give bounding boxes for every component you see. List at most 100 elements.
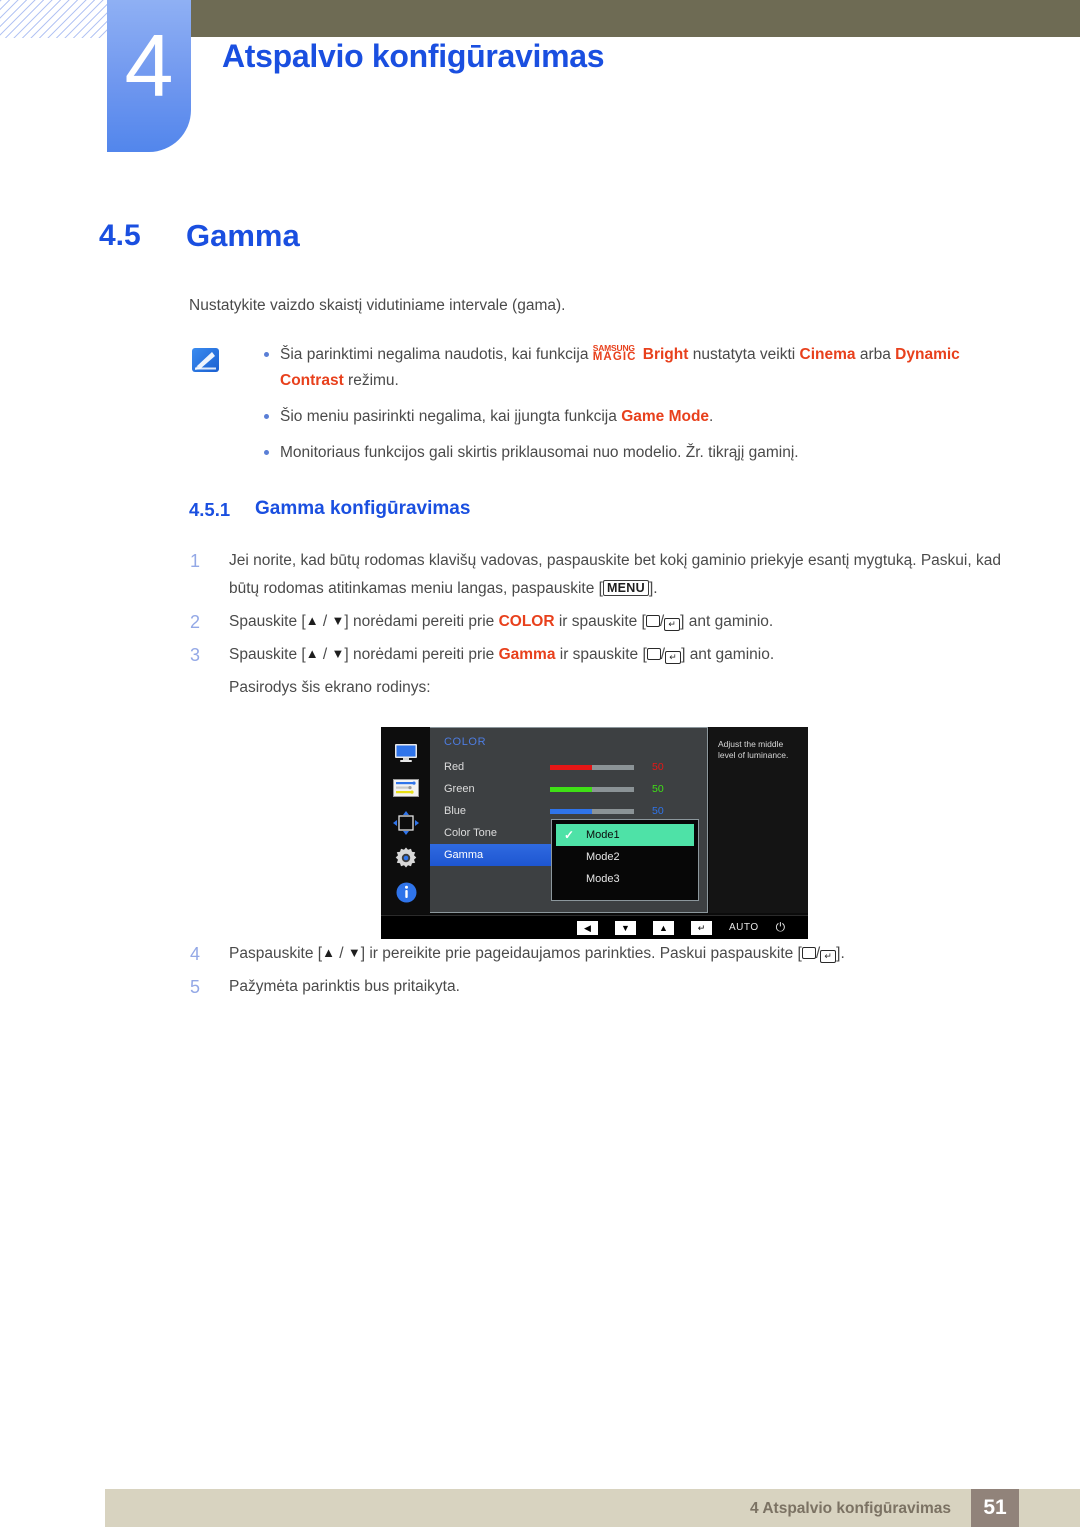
osd-menu-item-label: Blue [444, 805, 467, 817]
body-text: Šio meniu pasirinkti negalima, kai įjung… [280, 408, 622, 425]
osd-help-text: Adjust the middle level of luminance. [718, 739, 789, 760]
footer-page-number: 51 [971, 1489, 1019, 1527]
samsung-magic-logo: SAMSUNG MAGIC [592, 344, 643, 363]
procedure-step: 3 Spauskite [▲ / ▼] norėdami pereiti prie… [190, 641, 1020, 669]
osd-slider-value: 50 [652, 783, 664, 795]
down-arrow-icon: ▼ [331, 613, 345, 628]
osd-slider-track[interactable] [550, 764, 634, 770]
highlighted-term: COLOR [498, 613, 555, 630]
osd-button-row: ◀ ▼ ▲ ↵ AUTO ⏻ [577, 920, 785, 935]
osd-dropdown-option-label: Mode1 [586, 829, 620, 841]
note-pencil-icon [192, 348, 219, 372]
body-text: režimu. [343, 372, 399, 389]
section-number: 4.5 [99, 219, 141, 252]
highlighted-term: Game Mode [621, 408, 710, 425]
bullet-dot-icon [264, 450, 269, 455]
osd-dropdown-option-label: Mode2 [586, 851, 620, 863]
section-title: Gamma [186, 218, 300, 253]
osd-menu-title: COLOR [444, 736, 487, 748]
down-arrow-icon: ▼ [347, 945, 361, 960]
osd-slider-fill [550, 808, 592, 814]
procedure-step: 4 Paspauskite [▲ / ▼] ir pereikite prie p… [190, 940, 1020, 968]
note-bullet-item: Šia parinktimi negalima naudotis, kai fu… [243, 342, 1013, 394]
gear-icon[interactable] [391, 844, 421, 871]
left-arrow-icon[interactable]: ◀ [577, 920, 598, 935]
osd-slider-track[interactable] [550, 786, 634, 792]
picture-sliders-icon[interactable] [391, 775, 421, 802]
body-text: Monitoriaus funkcijos gali skirtis prikl… [280, 444, 799, 461]
body-text: Pažymėta parinktis bus pritaikyta. [229, 978, 460, 995]
subsection-title: Gamma konfigūravimas [255, 498, 471, 519]
monitor-icon[interactable] [391, 740, 421, 767]
body-text: Paspauskite [ [229, 945, 323, 962]
body-text: arba [855, 346, 896, 363]
step-trailing-note: Pasirodys šis ekrano rodinys: [229, 679, 431, 696]
osd-menu-item-label: Red [444, 761, 465, 773]
osd-menu-item-label: Color Tone [444, 827, 497, 839]
check-icon: ✓ [564, 828, 575, 842]
body-text: / [318, 646, 332, 663]
footer-chapter-label: 4 Atspalvio konfigūravimas [750, 1500, 951, 1517]
enter-button-icon: ↵ [664, 618, 681, 631]
osd-screenshot: COLOR Red 50 Green 50 Blue 50 Color Tone Gamma … [381, 727, 808, 939]
body-text: / [334, 945, 348, 962]
procedure-step: 1 Jei norite, kad būtų rodomas klavišų va… [190, 547, 1020, 603]
square-button-icon [645, 615, 660, 627]
body-text: / [318, 613, 332, 630]
body-text: Šia parinktimi negalima naudotis, kai fu… [280, 346, 593, 363]
procedure-steps-2: 4 Paspauskite [▲ / ▼] ir pereikite prie p… [190, 940, 1020, 1006]
subsection-number: 4.5.1 [189, 499, 231, 520]
highlighted-term: Cinema [799, 346, 856, 363]
power-icon[interactable]: ⏻ [776, 920, 786, 935]
note-bullet-item: Šio meniu pasirinkti negalima, kai įjung… [243, 404, 1013, 430]
up-arrow-icon: ▲ [305, 646, 319, 661]
up-arrow-icon: ▲ [305, 613, 319, 628]
note-bullet-item: Monitoriaus funkcijos gali skirtis prikl… [243, 440, 1013, 466]
osd-slider-track[interactable] [550, 808, 634, 814]
enter-button-icon: ↵ [820, 950, 837, 963]
highlighted-term: Gamma [498, 646, 556, 663]
enter-icon[interactable]: ↵ [691, 920, 712, 935]
body-text: Spauskite [ [229, 613, 306, 630]
osd-slider-fill [550, 764, 592, 770]
down-arrow-icon[interactable]: ▼ [615, 920, 636, 935]
osd-body: COLOR Red 50 Green 50 Blue 50 Color Tone Gamma … [381, 727, 808, 915]
info-icon[interactable] [391, 879, 421, 906]
menu-keycap: MENU [602, 580, 649, 596]
osd-menu-item[interactable]: Green 50 [430, 778, 707, 800]
body-text: ] norėdami pereiti prie [344, 613, 499, 630]
osd-button-bar: ◀ ▼ ▲ ↵ AUTO ⏻ [381, 915, 808, 939]
body-text: ] ir pereikite prie pageidaujamos parink… [360, 945, 802, 962]
magic-logo-bottom: MAGIC [592, 351, 637, 363]
step-number: 4 [190, 944, 201, 964]
osd-dropdown-option[interactable]: Mode3 [556, 868, 694, 890]
body-text: ir spauskite [ [554, 613, 646, 630]
osd-slider-fill [550, 786, 592, 792]
osd-help-panel: Adjust the middle level of luminance. [709, 727, 808, 913]
step-number: 1 [190, 551, 201, 571]
bullet-dot-icon [264, 352, 269, 357]
chapter-title: Atspalvio konfigūravimas [222, 38, 605, 74]
body-text: ]. [648, 580, 658, 597]
note-bullet-list: Šia parinktimi negalima naudotis, kai fu… [243, 342, 1013, 476]
intro-paragraph: Nustatykite vaizdo skaistį vidutiniame i… [189, 297, 566, 314]
osd-dropdown-option[interactable]: ✓ Mode1 [556, 824, 694, 846]
up-arrow-icon[interactable]: ▲ [653, 920, 674, 935]
procedure-step: 5 Pažymėta parinktis bus pritaikyta. [190, 973, 1020, 1001]
square-button-icon [801, 947, 816, 959]
body-text: ir spauskite [ [555, 646, 647, 663]
up-arrow-icon: ▲ [322, 945, 335, 960]
osd-gamma-dropdown[interactable]: ✓ Mode1 Mode2 Mode3 [551, 819, 699, 901]
body-text: nustatyta veikti [688, 346, 800, 363]
osd-menu-item[interactable]: Red 50 [430, 756, 707, 778]
position-arrows-icon[interactable] [391, 810, 421, 837]
osd-auto-button[interactable]: AUTO [729, 922, 759, 933]
highlighted-term: Bright [642, 346, 689, 363]
body-text: ] norėdami pereiti prie [344, 646, 499, 663]
body-text: ] ant gaminio. [681, 646, 775, 663]
procedure-steps-1: 1 Jei norite, kad būtų rodomas klavišų va… [190, 547, 1020, 707]
osd-dropdown-option[interactable]: Mode2 [556, 846, 694, 868]
osd-dropdown-option-label: Mode3 [586, 873, 620, 885]
body-text: ] ant gaminio. [680, 613, 774, 630]
header-olive-bar [190, 0, 1080, 37]
